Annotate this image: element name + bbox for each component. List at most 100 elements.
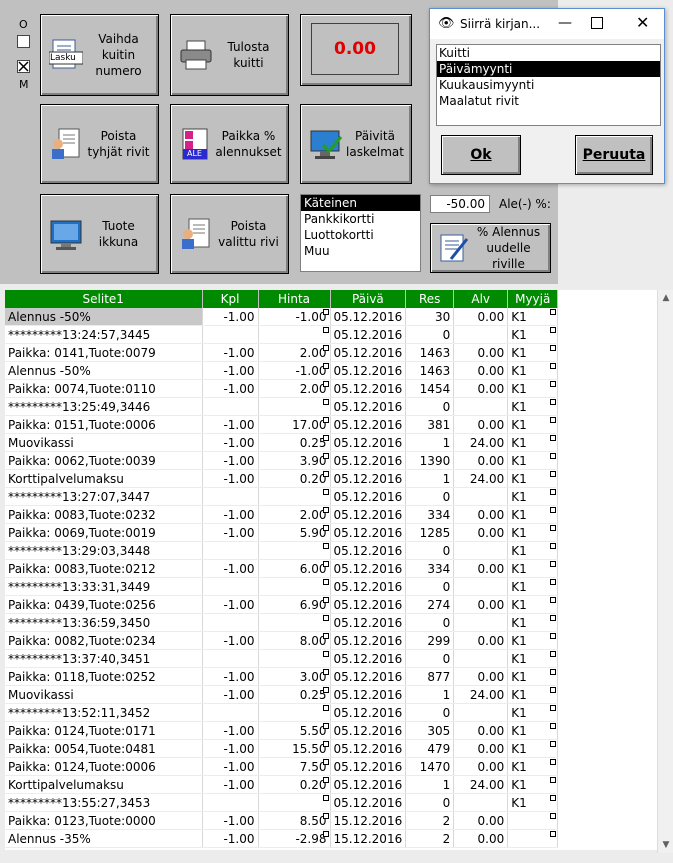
cell-selite1[interactable]: Paikka: 0118,Tuote:0252 [5,667,203,686]
cell-selite1[interactable]: *********13:25:49,3446 [5,397,203,416]
cell-alv[interactable] [453,325,509,344]
discount-input[interactable]: -50.00 [430,195,490,213]
cell-alv[interactable] [453,487,509,506]
cell-alv[interactable]: 0.00 [453,631,509,650]
cell-hinta[interactable] [258,793,331,812]
cell-kpl[interactable]: -1.00 [202,595,259,614]
cell-hinta[interactable] [258,577,331,596]
cell-res[interactable]: 334 [405,559,455,578]
cell-kpl[interactable]: -1.00 [202,739,259,758]
cell-alv[interactable]: 0.00 [453,505,509,524]
cell-myyja[interactable]: K1 [507,433,559,452]
cell-hinta[interactable]: 0.25 [258,433,331,452]
cell-res[interactable]: 381 [405,415,455,434]
cell-res[interactable]: 1285 [405,523,455,542]
cell-selite1[interactable]: Korttipalvelumaksu [5,775,203,794]
cell-res[interactable]: 0 [405,325,455,344]
table-row[interactable]: *********13:52:11,3452 05.12.2016 0 K1 [5,703,559,722]
payment-option[interactable]: Pankkikortti [301,211,420,227]
cell-hinta[interactable] [258,541,331,560]
cell-res[interactable]: 877 [405,667,455,686]
cell-selite1[interactable]: *********13:29:03,3448 [5,541,203,560]
table-row[interactable]: Korttipalvelumaksu -1.00 0.20 05.12.2016 1 24… [5,775,559,794]
cell-res[interactable]: 305 [405,721,455,740]
cell-alv[interactable] [453,541,509,560]
cell-hinta[interactable] [258,487,331,506]
product-window-button[interactable]: Tuote ikkuna [40,194,159,274]
table-row[interactable]: Paikka: 0118,Tuote:0252 -1.00 3.00 05.12.20… [5,667,559,686]
cell-myyja[interactable]: K1 [507,577,559,596]
cell-alv[interactable]: 0.00 [453,308,509,326]
cell-alv[interactable]: 0.00 [453,811,509,830]
cell-kpl[interactable]: -1.00 [202,667,259,686]
cell-selite1[interactable]: *********13:55:27,3453 [5,793,203,812]
cell-kpl[interactable] [202,649,259,668]
payment-option[interactable]: Muu [301,243,420,259]
cell-selite1[interactable]: *********13:36:59,3450 [5,613,203,632]
table-row[interactable]: Paikka: 0439,Tuote:0256 -1.00 6.90 05.12.20… [5,595,559,614]
cell-kpl[interactable]: -1.00 [202,379,259,398]
cell-paiva[interactable]: 05.12.2016 [330,523,407,542]
cell-hinta[interactable]: 3.90 [258,451,331,470]
cell-myyja[interactable]: K1 [507,757,559,776]
cell-alv[interactable] [453,613,509,632]
cell-res[interactable]: 0 [405,487,455,506]
cell-myyja[interactable]: K1 [507,631,559,650]
cell-kpl[interactable]: -1.00 [202,505,259,524]
close-icon[interactable]: ✕ [636,13,649,32]
col-header-myyja[interactable]: Myyjä [507,290,559,308]
dialog-option[interactable]: Kuukausimyynti [437,77,660,93]
cell-myyja[interactable]: K1 [507,685,559,704]
cell-kpl[interactable]: -1.00 [202,559,259,578]
cell-alv[interactable]: 24.00 [453,469,509,488]
cell-kpl[interactable]: -1.00 [202,811,259,830]
table-row[interactable]: *********13:27:07,3447 05.12.2016 0 K1 [5,487,559,506]
scroll-down-arrow-icon[interactable]: ▼ [658,837,673,853]
table-row[interactable]: Korttipalvelumaksu -1.00 0.20 05.12.2016 1 24… [5,469,559,488]
cell-myyja[interactable]: K1 [507,308,559,326]
cell-kpl[interactable]: -1.00 [202,829,259,848]
cell-res[interactable]: 1 [405,775,455,794]
cell-hinta[interactable]: 5.50 [258,721,331,740]
cell-selite1[interactable]: Alennus -50% [5,361,203,380]
cell-res[interactable]: 0 [405,541,455,560]
cell-alv[interactable] [453,397,509,416]
cell-alv[interactable]: 0.00 [453,559,509,578]
cell-paiva[interactable]: 05.12.2016 [330,613,407,632]
cell-hinta[interactable]: 7.50 [258,757,331,776]
cell-myyja[interactable]: K1 [507,559,559,578]
dialog-option-list[interactable]: Kuitti Päivämyynti Kuukausimyynti Maalat… [436,44,661,126]
cell-myyja[interactable] [507,829,559,848]
o-checkbox[interactable] [17,35,30,48]
cell-selite1[interactable]: Paikka: 0439,Tuote:0256 [5,595,203,614]
cell-selite1[interactable]: Paikka: 0151,Tuote:0006 [5,415,203,434]
cell-res[interactable]: 1463 [405,343,455,362]
cell-alv[interactable]: 0.00 [453,829,509,848]
cell-myyja[interactable]: K1 [507,451,559,470]
cell-paiva[interactable]: 05.12.2016 [330,559,407,578]
table-row[interactable]: Paikka: 0062,Tuote:0039 -1.00 3.90 05.12.20… [5,451,559,470]
table-row[interactable]: Paikka: 0151,Tuote:0006 -1.00 17.00 05.12.2… [5,415,559,434]
cell-alv[interactable] [453,793,509,812]
dialog-option[interactable]: Päivämyynti [437,61,660,77]
location-discounts-button[interactable]: ALE Paikka % alennukset [170,104,289,184]
cell-paiva[interactable]: 05.12.2016 [330,361,407,380]
cell-hinta[interactable]: -2.98 [258,829,331,848]
print-receipt-button[interactable]: Tulosta kuitti [170,14,289,96]
table-row[interactable]: Paikka: 0054,Tuote:0481 -1.00 15.50 05.12.2… [5,739,559,758]
cell-res[interactable]: 0 [405,649,455,668]
discount-new-row-button[interactable]: % Alennus uudelle riville [430,223,551,273]
cell-paiva[interactable]: 05.12.2016 [330,595,407,614]
cell-myyja[interactable]: K1 [507,775,559,794]
table-row[interactable]: *********13:55:27,3453 05.12.2016 0 K1 [5,793,559,812]
cell-kpl[interactable]: -1.00 [202,469,259,488]
cell-alv[interactable]: 0.00 [453,739,509,758]
table-row[interactable]: Paikka: 0123,Tuote:0000 -1.00 8.50 15.12.20… [5,811,559,830]
cell-res[interactable]: 1 [405,433,455,452]
cell-kpl[interactable] [202,487,259,506]
cell-kpl[interactable]: -1.00 [202,631,259,650]
cell-hinta[interactable]: 8.50 [258,811,331,830]
cell-paiva[interactable]: 05.12.2016 [330,775,407,794]
col-header-hinta[interactable]: Hinta [258,290,331,308]
table-row[interactable]: *********13:36:59,3450 05.12.2016 0 K1 [5,613,559,632]
